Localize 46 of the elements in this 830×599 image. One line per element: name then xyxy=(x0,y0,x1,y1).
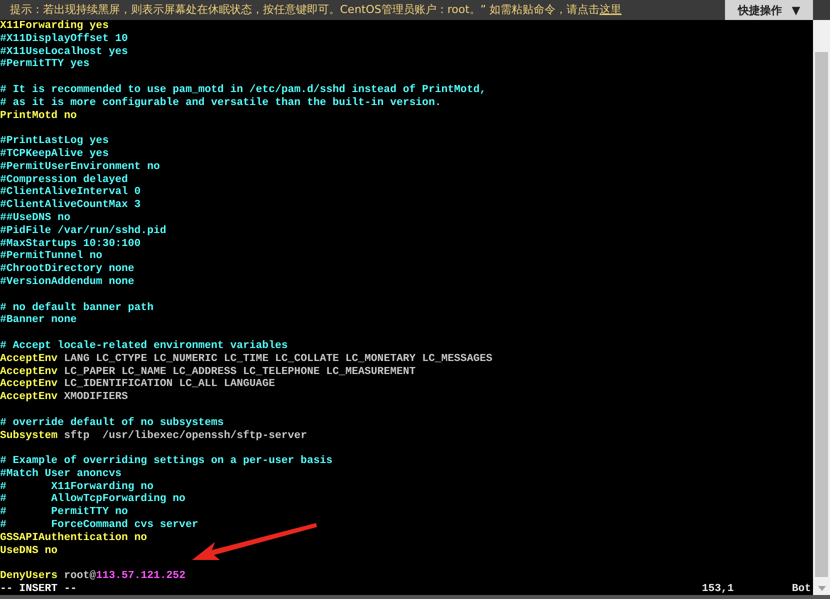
code-line: # as it is more configurable and versatile than the built-in version. xyxy=(0,96,442,110)
cursor-position: 153,1 xyxy=(702,583,735,596)
code-line: AcceptEnv XMODIFIERS xyxy=(0,391,129,404)
code-line: #ClientAliveCountMax 3 xyxy=(0,199,142,212)
code-line: #ClientAliveInterval 0 xyxy=(0,186,142,199)
code-line: #ChrootDirectory none xyxy=(0,263,136,276)
code-line: X11Forwarding yes xyxy=(0,20,110,33)
code-line: # AllowTcpForwarding no xyxy=(0,493,186,506)
code-line: #Match User anoncvs xyxy=(0,468,123,481)
scrollbar-thumb[interactable] xyxy=(815,52,828,577)
code-line: #TCPKeepAlive yes xyxy=(0,148,110,161)
code-line: #PermitUserEnvironment no xyxy=(0,160,161,174)
code-line: AcceptEnv LC_IDENTIFICATION LC_ALL LANGUAGE xyxy=(0,378,276,392)
code-line: PrintMotd no xyxy=(0,110,78,122)
code-line: DenyUsers root@113.57.121.252 xyxy=(0,570,186,584)
code-line: # It is recommended to use pam_motd in /etc/pam.d/sshd instead of PrintMotd, xyxy=(0,84,488,97)
code-line: #X11UseLocalhost yes xyxy=(0,46,129,58)
code-line: #PrintLastLog yes xyxy=(0,135,110,148)
code-line: GSSAPIAuthentication no xyxy=(0,532,148,545)
code-line: #Banner none xyxy=(0,314,78,328)
code-line: #PidFile /var/run/sshd.pid xyxy=(0,224,168,238)
notice-text: 提示：若出现持续黑屏，则表示屏幕处在休眠状态，按任意键即可。CentOS管理员账户：root。” 如需粘贴命令，请点击这里 xyxy=(9,2,623,18)
code-line: # Example of overriding settings on a per-user basis xyxy=(0,455,334,468)
code-line: AcceptEnv LC_PAPER LC_NAME LC_ADDRESS LC_TELEPHONE LC_MEASUREMENT xyxy=(0,366,417,378)
code-line: # ForceCommand cvs server xyxy=(0,519,200,532)
paste-link[interactable]: 这里 xyxy=(600,3,622,16)
scrollbar[interactable] xyxy=(813,20,830,595)
code-line: Subsystem sftp /usr/libexec/openssh/sftp-server xyxy=(0,430,308,442)
scroll-position: Bot xyxy=(792,583,811,596)
code-line: # X11Forwarding no xyxy=(0,480,154,493)
code-line: #VersionAddendum none xyxy=(0,276,136,289)
code-line: #PermitTunnel no xyxy=(0,250,104,263)
scroll-down-icon[interactable] xyxy=(818,586,826,590)
code-line: AcceptEnv LANG LC_CTYPE LC_NUMERIC LC_TIME LC_COLLATE LC_MONETARY LC_MESSAGES xyxy=(0,352,494,366)
code-line: # Accept locale-related environment variables xyxy=(0,340,289,353)
mode-indicator: -- INSERT -- xyxy=(0,583,78,596)
code-line: # override default of no subsystems xyxy=(0,416,225,430)
code-line: #X11DisplayOffset 10 xyxy=(0,32,129,46)
shortcut-menu-button[interactable]: 快捷操作 ▼ xyxy=(725,0,813,20)
code-line: # no default banner path xyxy=(0,302,154,314)
code-line: #MaxStartups 10:30:100 xyxy=(0,238,142,250)
code-line: ##UseDNS no xyxy=(0,212,72,225)
code-line: #PermitTTY yes xyxy=(0,58,91,72)
code-line: UseDNS no xyxy=(0,544,59,558)
code-line: # PermitTTY no xyxy=(0,506,129,519)
code-line: #Compression delayed xyxy=(0,174,129,186)
